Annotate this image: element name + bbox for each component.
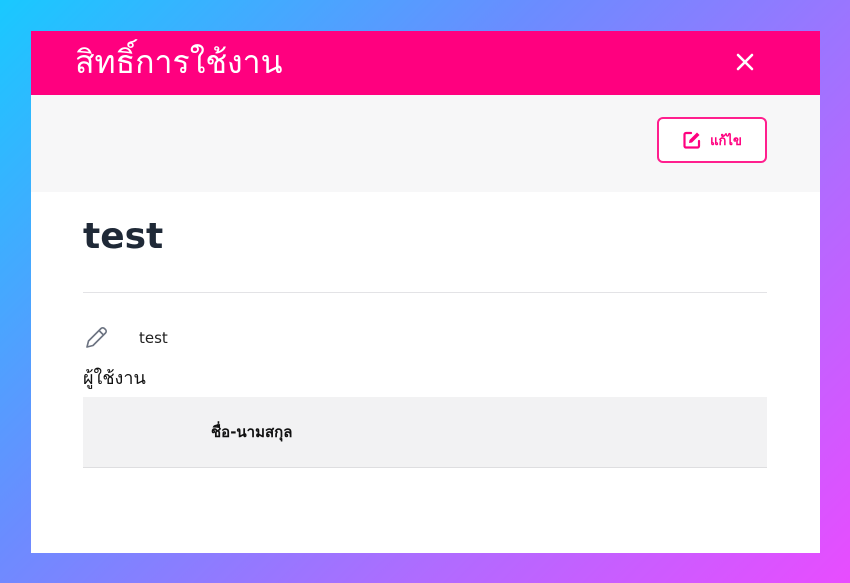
edit-button[interactable]: แก้ไข: [657, 117, 767, 163]
edit-button-label: แก้ไข: [710, 133, 742, 149]
modal-toolbar: แก้ไข: [31, 95, 820, 192]
modal-title: สิทธิ์การใช้งาน: [75, 43, 283, 81]
edit-square-icon: [683, 131, 701, 149]
close-icon: [736, 53, 754, 71]
role-name: test: [83, 216, 164, 257]
divider: [83, 292, 767, 293]
close-button[interactable]: [728, 45, 762, 79]
column-header-fullname: ชื่อ-นามสกุล: [211, 423, 293, 441]
modal-header: สิทธิ์การใช้งาน: [31, 31, 820, 95]
users-table-header: ชื่อ-นามสกุล: [83, 397, 767, 468]
permissions-modal: สิทธิ์การใช้งาน แก้ไข test test ผู้ใช้งา…: [31, 31, 820, 553]
pencil-icon: [83, 324, 111, 352]
modal-content: test test ผู้ใช้งาน ชื่อ-นามสกุล: [31, 192, 820, 468]
role-description: test: [139, 329, 168, 347]
description-row: test: [83, 323, 767, 353]
users-heading: ผู้ใช้งาน: [83, 368, 146, 389]
